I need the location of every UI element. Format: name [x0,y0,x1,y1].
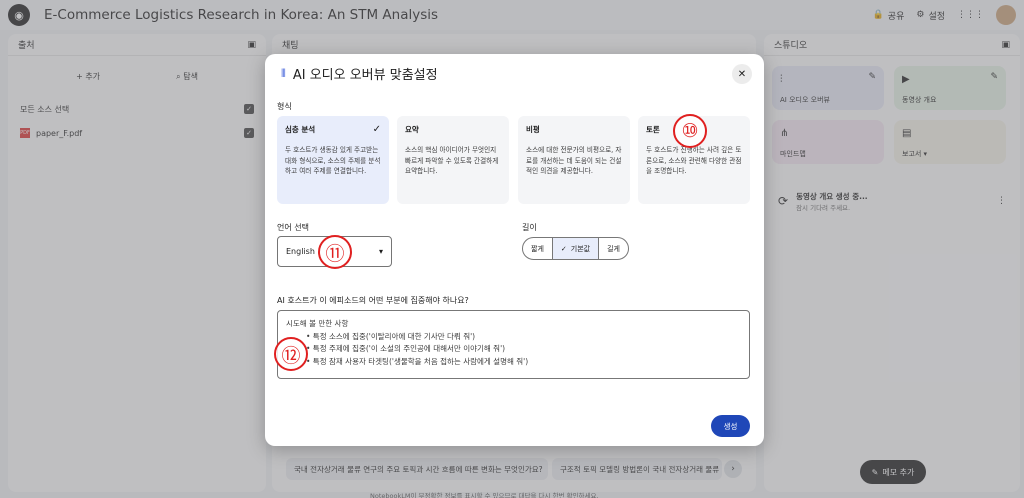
close-button[interactable]: ✕ [732,64,752,84]
focus-placeholder-line: • 특정 소스에 집중('이탈리아에 대한 기사만 다뤄 줘') [306,331,476,341]
check-icon: ✓ [560,244,567,253]
length-option-short[interactable]: 짧게 [523,238,553,259]
dialog-title: ⦀ AI 오디오 오버뷰 맞춤설정 [281,66,438,84]
focus-placeholder-line: • 특정 주제에 집중('이 소설의 주인공에 대해서만 이야기해 줘') [306,344,506,353]
check-icon: ✓ [372,124,381,135]
format-card-critique[interactable]: 비평 소스에 대한 전문가의 비평으로, 자료를 개선하는 데 도움이 되는 건… [518,116,630,204]
annotation-marker: ⑫ [274,337,308,371]
annotation-marker: ⑪ [318,235,352,269]
length-option-default[interactable]: ✓ 기본값 [552,238,600,259]
focus-question-label: AI 호스트가 이 에피소드의 어떤 부분에 집중해야 하나요? [277,296,469,305]
close-icon: ✕ [737,68,747,80]
format-card-summary[interactable]: 요약 소스의 핵심 아이디어가 무엇인지 빠르게 파악할 수 있도록 간결하게 … [397,116,509,204]
length-option-long[interactable]: 길게 [599,238,628,259]
annotation-marker: ⑩ [673,114,707,148]
format-label: 형식 [277,102,292,111]
language-label: 언어 선택 [277,223,309,232]
generate-button[interactable]: 생성 [711,415,750,437]
focus-placeholder-line: 시도해 볼 만한 사항 [286,319,349,328]
format-card-deep-dive[interactable]: 심층 분석 ✓ 두 호스트가 생동감 있게 주고받는 대화 형식으로, 소스의 주… [277,116,389,204]
focus-placeholder-line: • 특정 잠재 사용자 타겟팅('생물학을 처음 접하는 사람에게 설명해 줘'… [306,356,529,366]
waveform-icon: ⦀ [281,66,286,80]
dropdown-arrow-icon: ▾ [378,247,383,256]
length-label: 길이 [522,223,537,232]
language-value: English [286,247,315,256]
length-segmented-control: 짧게 ✓ 기본값 길게 [522,237,629,260]
focus-textarea[interactable]: 시도해 볼 만한 사항 • 특정 소스에 집중('이탈리아에 대한 기사만 다뤄… [277,310,750,379]
